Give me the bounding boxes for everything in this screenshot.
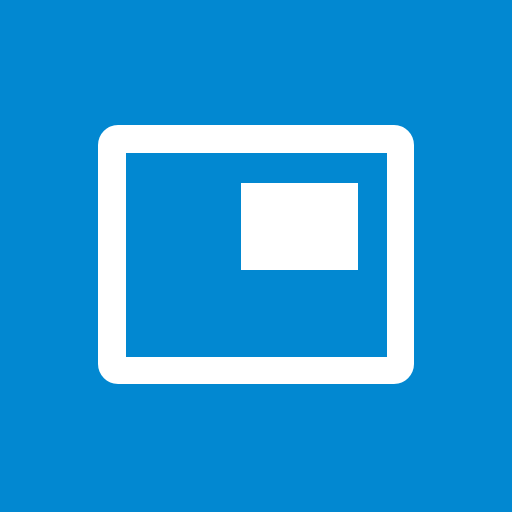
app-tile[interactable] — [0, 0, 512, 512]
inset-window — [241, 183, 358, 270]
picture-in-picture-icon — [98, 125, 414, 384]
